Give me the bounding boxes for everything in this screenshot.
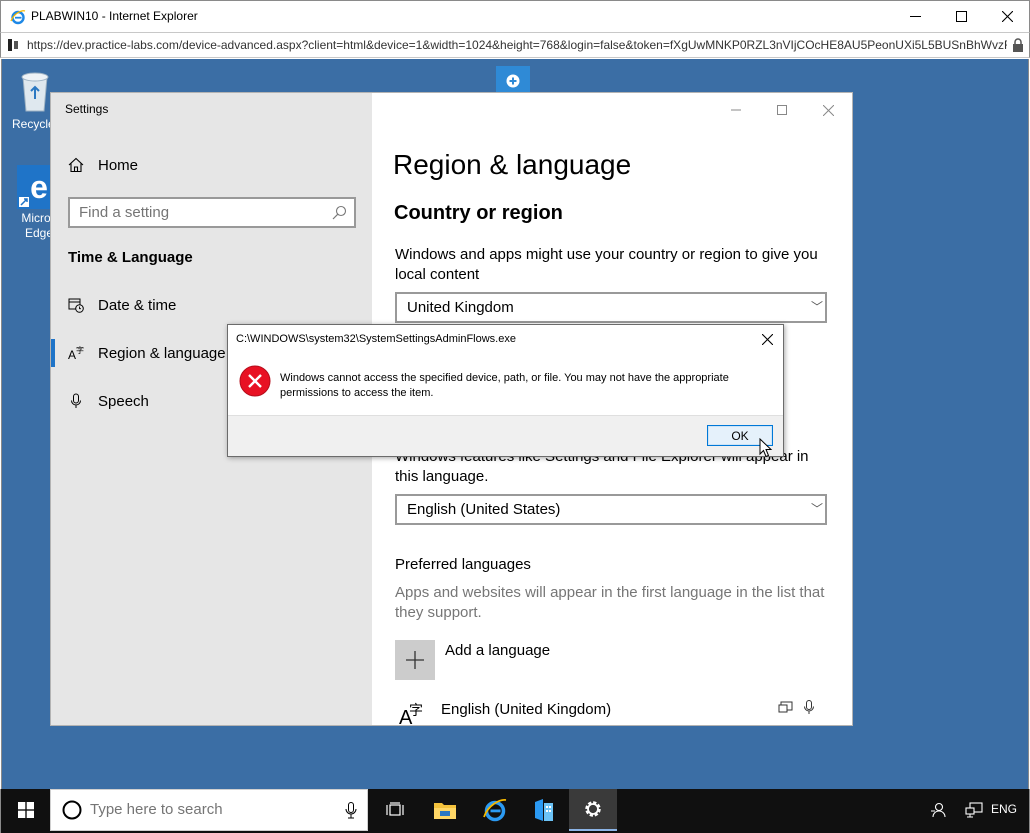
chevron-down-icon: ﹀ — [810, 502, 823, 516]
preferred-languages-heading: Preferred languages — [395, 556, 531, 573]
address-bar[interactable]: https://dev.practice-labs.com/device-adv… — [0, 32, 1030, 58]
dialog-close-button[interactable] — [755, 328, 779, 350]
home-icon — [68, 157, 84, 173]
minimize-icon — [909, 16, 921, 17]
page-title: Region & language — [393, 149, 632, 180]
display-language-value: English (United States) — [407, 501, 561, 518]
remote-toolbar-tab[interactable] — [496, 66, 530, 95]
microphone-icon[interactable] — [345, 802, 357, 819]
svg-text:A: A — [68, 348, 76, 361]
taskbar-search-input[interactable] — [90, 801, 330, 818]
settings-minimize-button[interactable] — [719, 99, 753, 121]
svg-text:字: 字 — [409, 703, 423, 719]
settings-close-button[interactable] — [811, 99, 845, 121]
mouse-cursor-icon — [759, 438, 773, 458]
recycle-bin-icon — [21, 72, 49, 112]
server-manager-button[interactable] — [520, 789, 568, 831]
add-language-label[interactable]: Add a language — [445, 642, 550, 659]
taskbar-search[interactable] — [50, 789, 368, 831]
gear-icon — [585, 801, 601, 817]
preferred-languages-description: Apps and websites will appear in the fir… — [395, 584, 825, 621]
sidebar-item-date-time[interactable]: Date & time — [51, 285, 372, 325]
file-explorer-button[interactable] — [421, 789, 469, 831]
settings-maximize-button[interactable] — [765, 99, 799, 121]
settings-window-title: Settings — [65, 102, 109, 116]
cortana-icon — [62, 800, 82, 820]
store-icon — [535, 799, 553, 821]
browser-titlebar: PLABWIN10 - Internet Explorer — [0, 0, 1030, 32]
calendar-clock-icon — [68, 297, 84, 313]
lock-icon[interactable] — [1012, 38, 1024, 52]
sidebar-section-heading: Time & Language — [68, 249, 193, 266]
svg-text:字: 字 — [76, 345, 84, 355]
network-button[interactable] — [961, 789, 987, 831]
folder-icon — [434, 803, 456, 819]
network-icon — [965, 802, 983, 818]
sidebar-item-label: Date & time — [98, 296, 177, 314]
add-language-button[interactable] — [395, 640, 435, 680]
sidebar-item-home[interactable]: Home — [51, 145, 372, 185]
close-icon — [822, 104, 834, 116]
chevron-down-icon: ﹀ — [810, 300, 823, 314]
country-heading: Country or region — [394, 202, 563, 224]
language-icon: A字 — [68, 345, 84, 361]
site-icon — [8, 39, 18, 51]
minimize-icon — [731, 109, 741, 111]
plus-icon — [406, 651, 424, 669]
display-language-icon — [778, 701, 793, 713]
minimize-button[interactable] — [892, 1, 938, 32]
dialog-message: Windows cannot access the specified devi… — [280, 372, 729, 399]
language-list-item[interactable]: A 字 English (United Kingdom) — [395, 697, 835, 725]
people-button[interactable] — [925, 789, 951, 831]
close-icon — [761, 333, 773, 345]
country-description: Windows and apps might use your country … — [395, 246, 818, 283]
error-icon — [239, 365, 271, 397]
search-icon[interactable] — [332, 205, 347, 220]
settings-search[interactable] — [68, 197, 356, 228]
microphone-icon — [68, 393, 84, 409]
start-button[interactable] — [2, 789, 50, 831]
language-icon: A 字 — [399, 703, 423, 725]
sidebar-item-label: Speech — [98, 392, 149, 410]
sidebar-item-label: Home — [98, 156, 139, 174]
internet-explorer-icon — [483, 799, 507, 822]
language-name: English (United Kingdom) — [441, 701, 612, 718]
maximize-icon — [955, 11, 967, 22]
microphone-icon — [804, 700, 814, 714]
close-icon — [1001, 11, 1013, 22]
svg-text:e: e — [30, 169, 48, 205]
country-dropdown-value: United Kingdom — [407, 299, 514, 316]
internet-explorer-icon — [10, 10, 26, 25]
country-dropdown[interactable]: United Kingdom ﹀ — [395, 292, 827, 323]
input-language-indicator[interactable]: ENG — [991, 802, 1017, 816]
error-dialog: C:\WINDOWS\system32\SystemSettingsAdminF… — [227, 324, 784, 457]
task-view-icon — [386, 802, 404, 816]
address-url[interactable]: https://dev.practice-labs.com/device-adv… — [27, 38, 1007, 52]
maximize-button[interactable] — [938, 1, 984, 32]
people-icon — [931, 802, 946, 818]
browser-title: PLABWIN10 - Internet Explorer — [31, 9, 198, 23]
plus-circle-icon — [506, 74, 520, 87]
internet-explorer-taskbar-button[interactable] — [471, 789, 519, 831]
taskbar: ENG — [0, 789, 1030, 833]
settings-taskbar-button[interactable] — [569, 789, 617, 831]
sidebar-item-label: Region & language — [98, 344, 226, 362]
windows-logo-icon — [18, 802, 34, 818]
close-button[interactable] — [984, 1, 1030, 32]
dialog-footer: OK — [228, 415, 783, 456]
maximize-icon — [777, 105, 787, 115]
task-view-button[interactable] — [371, 789, 419, 831]
search-input[interactable] — [70, 199, 320, 226]
display-language-dropdown[interactable]: English (United States) ﹀ — [395, 494, 827, 525]
dialog-title: C:\WINDOWS\system32\SystemSettingsAdminF… — [236, 333, 516, 345]
